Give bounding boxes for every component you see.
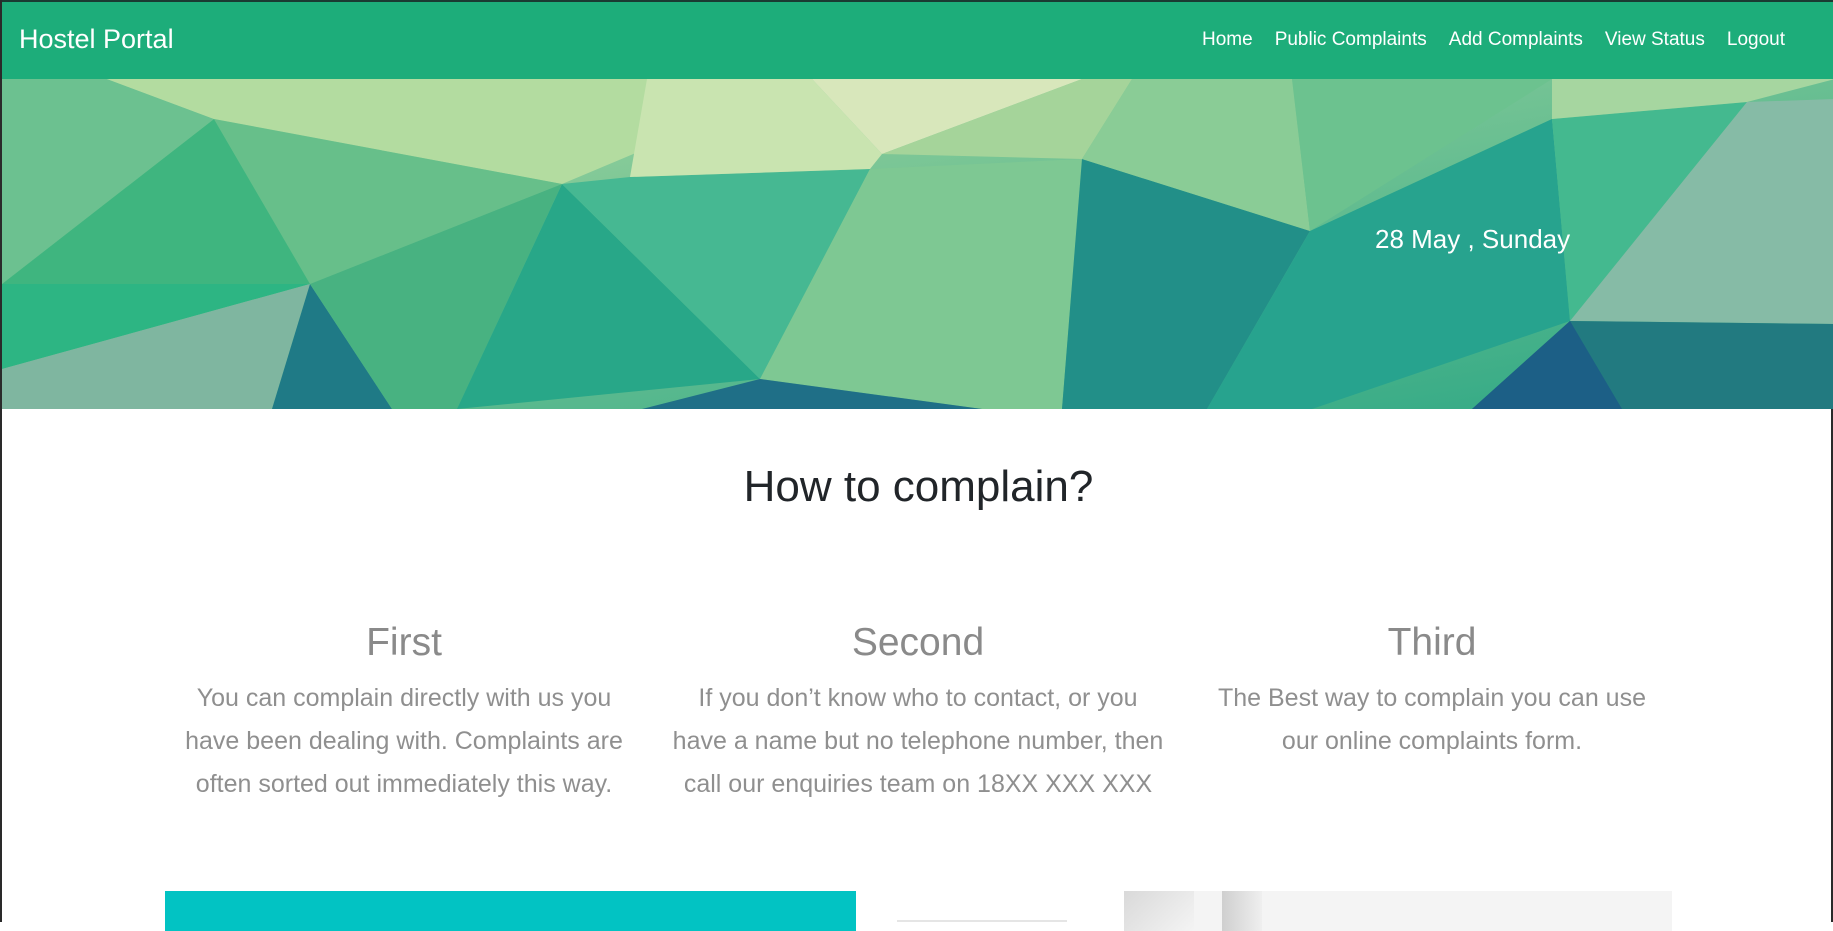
- step-text: If you don’t know who to contact, or you…: [672, 684, 1164, 798]
- step-text: The Best way to complain you can use our…: [1217, 684, 1646, 755]
- hero-banner: 28 May , Sunday: [2, 79, 1833, 409]
- step-heading: Second: [851, 621, 985, 664]
- nav-public-complaints-link[interactable]: Public Complaints: [1275, 29, 1427, 51]
- step-second: Second If you don’t know who to contact,…: [672, 621, 1164, 806]
- step-first: First You can complain directly with us …: [170, 621, 638, 806]
- navbar: Hostel Portal Home Public Complaints Add…: [2, 0, 1833, 79]
- step-heading: First: [366, 621, 442, 664]
- step-text: You can complain directly with us you ha…: [185, 684, 623, 798]
- teal-card: [165, 891, 856, 931]
- image-shade: [1124, 891, 1194, 931]
- nav-links: Home Public Complaints Add Complaints Vi…: [1180, 29, 1785, 51]
- step-third: Third The Best way to complain you can u…: [1202, 621, 1662, 763]
- page-title: How to complain?: [743, 462, 1094, 511]
- nav-home-link[interactable]: Home: [1202, 29, 1253, 51]
- step-heading: Third: [1387, 621, 1477, 664]
- image-shade: [1222, 891, 1262, 931]
- nav-add-complaints-link[interactable]: Add Complaints: [1449, 29, 1583, 51]
- card-image: [1124, 891, 1672, 931]
- brand-link[interactable]: Hostel Portal: [19, 24, 174, 55]
- hero-date: 28 May , Sunday: [1375, 224, 1571, 254]
- nav-view-status-link[interactable]: View Status: [1605, 29, 1705, 51]
- nav-logout-link[interactable]: Logout: [1727, 29, 1785, 51]
